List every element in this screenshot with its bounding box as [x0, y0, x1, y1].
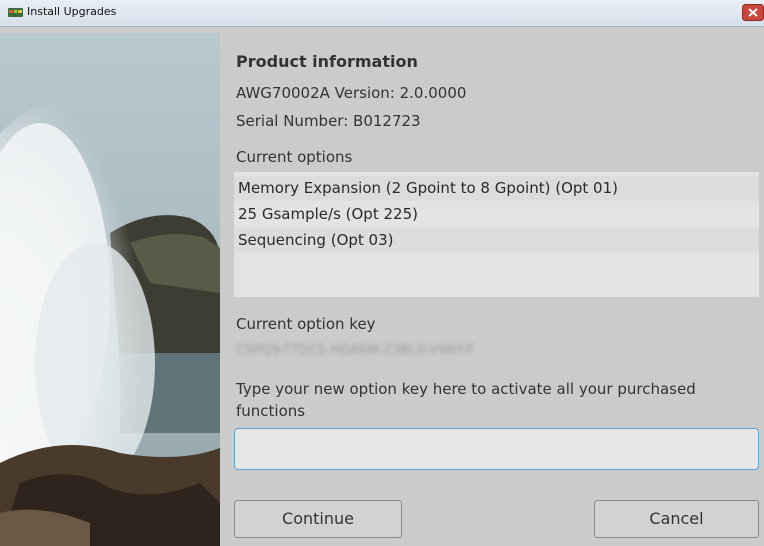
- new-key-instruction-line2: functions: [236, 402, 306, 420]
- continue-button[interactable]: Continue: [234, 500, 402, 538]
- product-info-heading: Product information: [236, 52, 418, 71]
- install-upgrades-window: Install Upgrades Product information AWG…: [0, 0, 764, 546]
- current-options-list[interactable]: Memory Expansion (2 Gpoint to 8 Gpoint) …: [234, 172, 759, 297]
- model-version: AWG70002A Version: 2.0.0000: [236, 84, 467, 102]
- current-options-label: Current options: [236, 148, 353, 166]
- close-icon[interactable]: [742, 4, 764, 21]
- list-item[interactable]: Sequencing (Opt 03): [234, 228, 759, 253]
- list-item[interactable]: Memory Expansion (2 Gpoint to 8 Gpoint) …: [234, 176, 759, 201]
- new-option-key-input[interactable]: [234, 428, 759, 470]
- new-key-instruction-line1: Type your new option key here to activat…: [236, 380, 696, 398]
- current-option-key-label: Current option key: [236, 315, 376, 333]
- title-bar: Install Upgrades: [0, 0, 764, 27]
- window-title: Install Upgrades: [27, 5, 117, 18]
- serial-number: Serial Number: B012723: [236, 112, 421, 130]
- app-icon: [8, 8, 23, 17]
- wave-photo: [0, 33, 220, 546]
- cancel-button[interactable]: Cancel: [594, 500, 759, 538]
- current-option-key-value: CSPQ9-TTDC5-HDAEM-Z3BL9-V4NY-F: [236, 343, 475, 358]
- list-item[interactable]: 25 Gsample/s (Opt 225): [234, 202, 759, 227]
